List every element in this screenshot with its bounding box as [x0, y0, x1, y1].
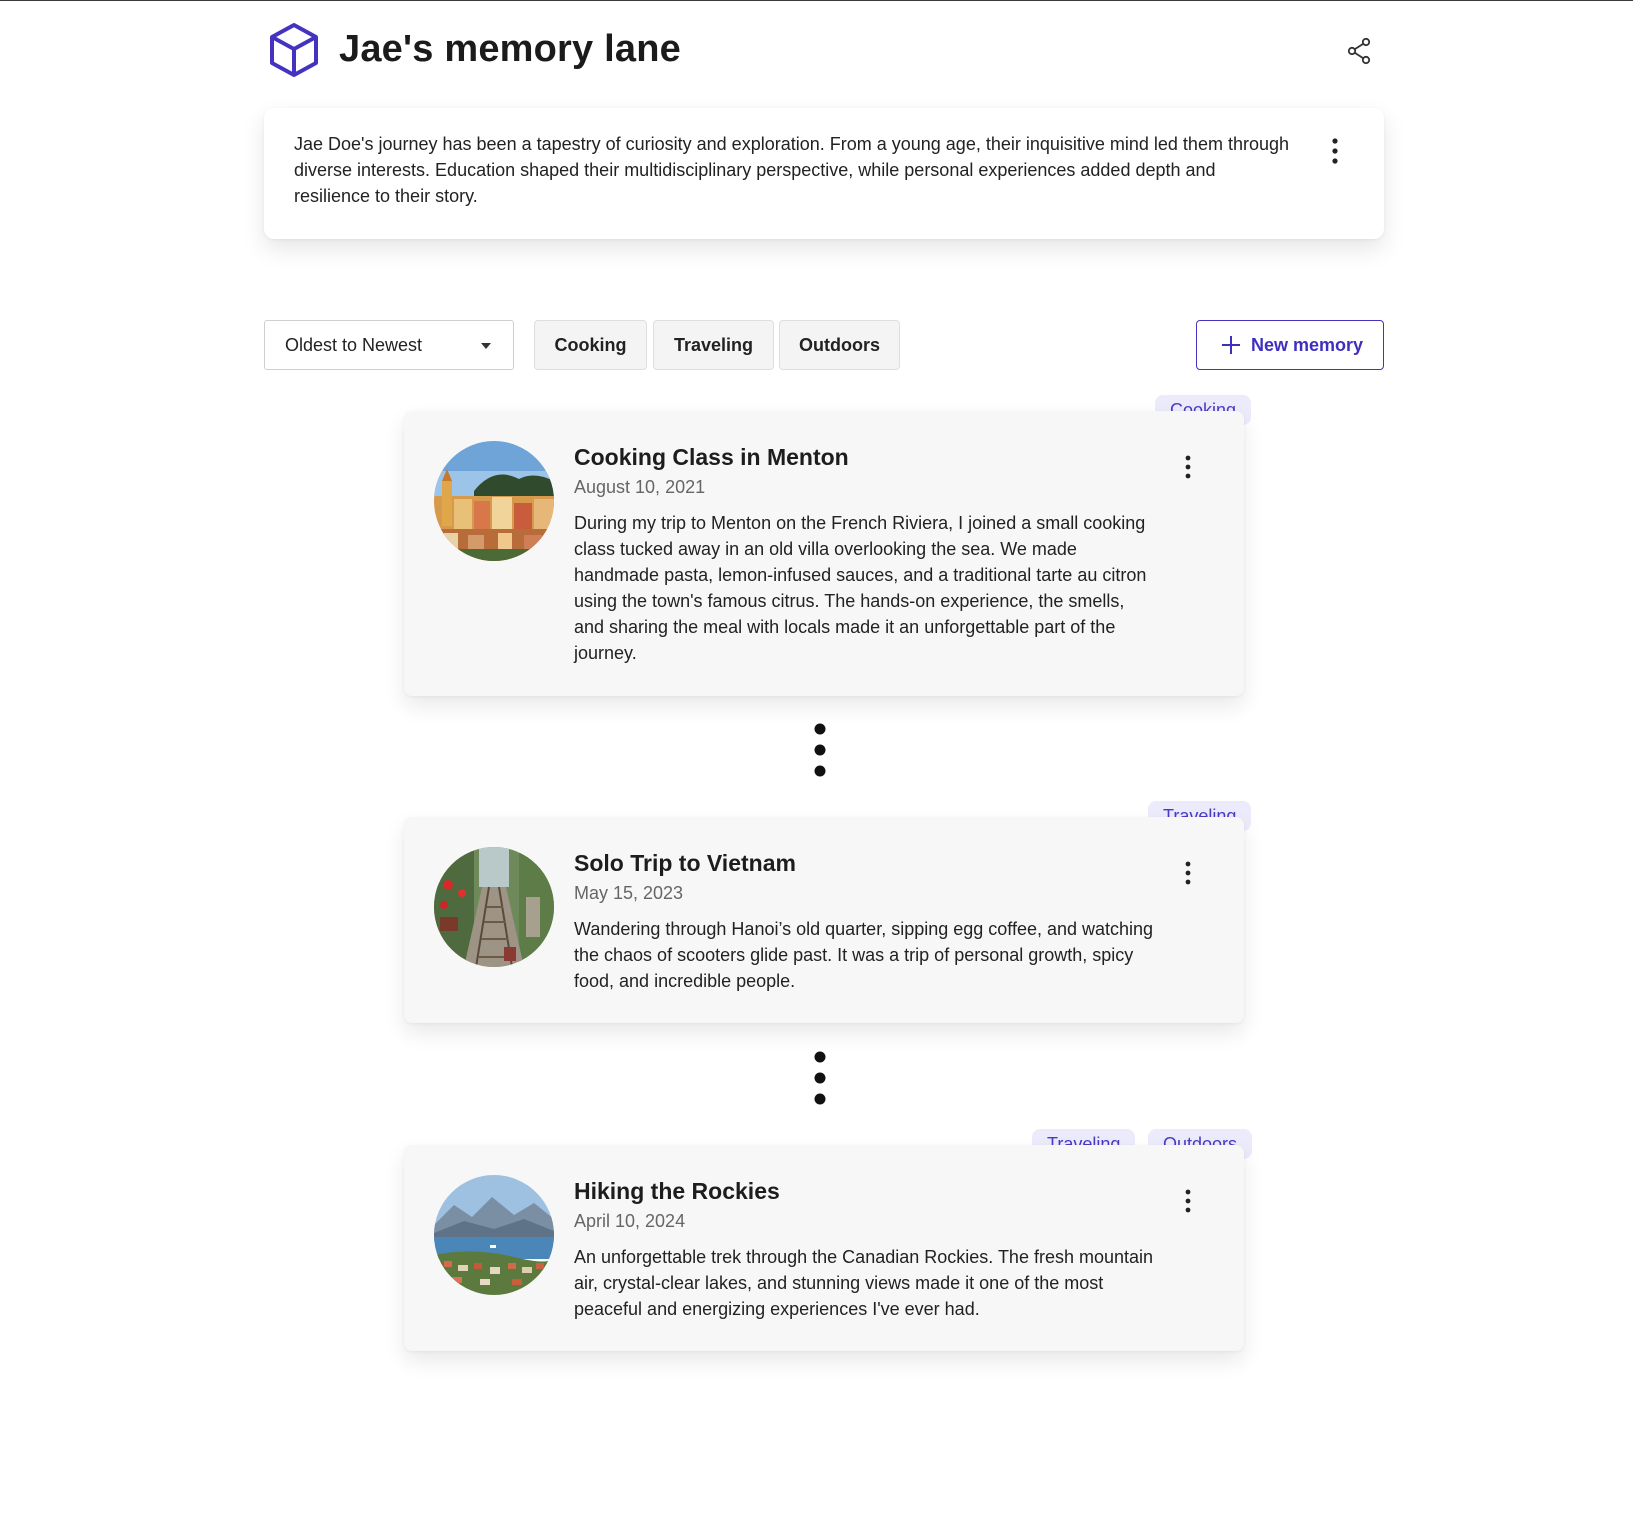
- cube-icon[interactable]: [268, 22, 320, 78]
- share-icon[interactable]: [1344, 36, 1374, 66]
- filter-chip-traveling[interactable]: Traveling: [653, 320, 774, 370]
- filter-chip-cooking[interactable]: Cooking: [534, 320, 647, 370]
- memory-card[interactable]: Cooking Class in Menton August 10, 2021 …: [404, 411, 1244, 696]
- mountain-bay-photo: [434, 1175, 554, 1295]
- memory-title: Solo Trip to Vietnam: [574, 850, 796, 876]
- plus-icon: [1222, 336, 1240, 354]
- caret-down-icon: [481, 343, 491, 349]
- new-memory-button[interactable]: New memory: [1196, 320, 1384, 370]
- page-title: Jae's memory lane: [339, 28, 681, 70]
- more-vertical-icon[interactable]: [1326, 136, 1344, 166]
- memory-date: August 10, 2021: [574, 477, 706, 497]
- memory-title: Cooking Class in Menton: [574, 444, 849, 470]
- memory-card[interactable]: Hiking the Rockies April 10, 2024 An unf…: [404, 1145, 1244, 1351]
- memory-description: Wandering through Hanoi’s old quarter, s…: [574, 919, 1154, 991]
- memory-date: May 15, 2023: [574, 883, 684, 903]
- header: Jae's memory lane: [264, 22, 1384, 82]
- memory-description: An unforgettable trek through the Canadi…: [574, 1247, 1154, 1319]
- more-vertical-icon[interactable]: [1180, 859, 1196, 887]
- more-vertical-icon[interactable]: [1180, 453, 1196, 481]
- memory-description: During my trip to Menton on the French R…: [574, 513, 1147, 663]
- sort-select[interactable]: Oldest to Newest: [264, 320, 514, 370]
- sort-select-value: Oldest to Newest: [285, 335, 423, 355]
- more-vertical-icon[interactable]: [1180, 1187, 1196, 1215]
- menton-town-photo: [434, 441, 554, 561]
- top-border: [0, 0, 1633, 1]
- memory-title: Hiking the Rockies: [574, 1178, 780, 1204]
- timeline-connector-icon: [814, 1051, 826, 1105]
- bio-card: Jae Doe's journey has been a tapestry of…: [264, 108, 1384, 239]
- bio-text: Jae Doe's journey has been a tapestry of…: [294, 134, 1289, 206]
- timeline-connector-icon: [814, 723, 826, 777]
- memory-date: April 10, 2024: [574, 1211, 686, 1231]
- filter-chip-outdoors[interactable]: Outdoors: [779, 320, 900, 370]
- new-memory-label: New memory: [1251, 335, 1364, 355]
- memory-card[interactable]: Solo Trip to Vietnam May 15, 2023 Wander…: [404, 817, 1244, 1023]
- hanoi-train-street-photo: [434, 847, 554, 967]
